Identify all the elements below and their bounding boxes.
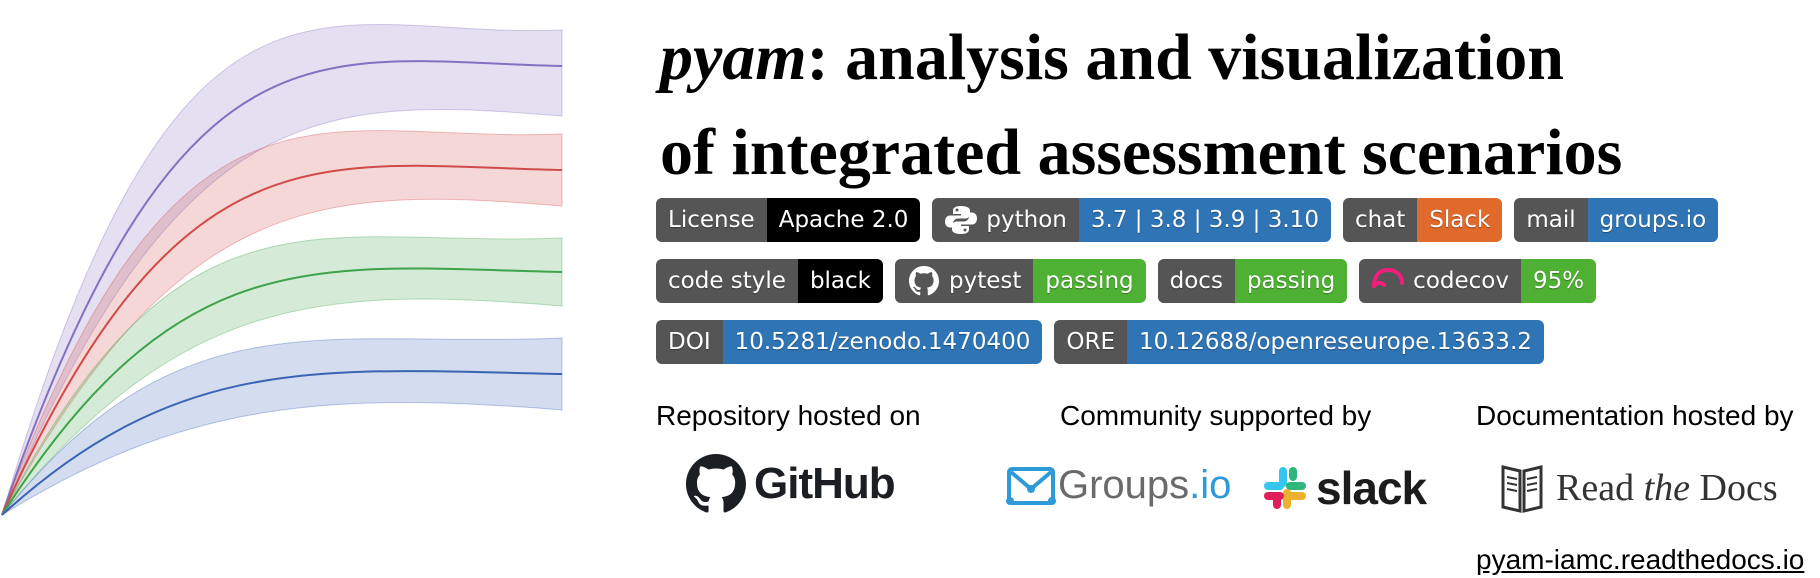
readthedocs-wordmark: Read the Docs [1556,467,1778,509]
title-line1: : analysis and visualization [806,21,1564,94]
title-package-name: pyam [660,21,807,94]
section-docs-label: Documentation hosted by [1476,400,1794,431]
badge-label: docs [1157,259,1235,303]
book-icon [1501,465,1543,513]
badge-value: 10.5281/zenodo.1470400 [722,320,1043,364]
section-repo-label: Repository hosted on [656,400,921,431]
badge-mail[interactable]: mail groups.io [1514,198,1719,242]
badge-label: pytest [895,259,1034,303]
slack-icon [1264,467,1306,509]
badge-row: License Apache 2.0 python 3.7 | 3.8 | 3.9 |… [656,198,1719,242]
codecov-icon [1372,267,1405,288]
badge-value: 3.7 | 3.8 | 3.9 | 3.10 [1078,198,1331,242]
badge-label: ORE [1054,320,1127,364]
badge-value: passing [1033,259,1146,303]
badge-row: code style black pytest passing docs passing c… [656,259,1718,303]
slack-logo[interactable]: slack [1262,461,1427,515]
badge-label: chat [1342,198,1418,242]
badge-label: mail [1514,198,1588,242]
slack-wordmark: slack [1316,462,1427,514]
badge-License[interactable]: License Apache 2.0 [656,198,921,242]
badge-value: passing [1234,259,1348,303]
groupsio-wordmark: Groups [1058,463,1190,507]
badge-chat[interactable]: chat Slack [1342,198,1503,242]
badge-python[interactable]: python 3.7 | 3.8 | 3.9 | 3.10 [932,198,1331,242]
badge-label: DOI [656,320,723,364]
badge-value: Apache 2.0 [766,198,921,242]
badge-label: python [932,198,1079,242]
badge-value: black [797,259,883,303]
badge-codecov[interactable]: codecov 95% [1359,259,1597,303]
badge-docs[interactable]: docs passing [1157,259,1348,303]
badge-panel: License Apache 2.0 python 3.7 | 3.8 | 3.9 |… [656,198,1719,381]
badge-value: 10.12688/openreseurope.13633.2 [1126,320,1544,364]
github-icon [686,454,746,513]
badge-label: code style [656,259,798,303]
github-logo[interactable]: GitHub [686,454,896,514]
groupsio-wordmark-suffix: .io [1189,463,1232,507]
badge-label: codecov [1359,259,1521,303]
readthedocs-logo[interactable]: Read the Docs [1500,463,1778,513]
page-title: pyam: analysis and visualization of inte… [660,10,1622,200]
badge-label: License [656,198,767,242]
badge-value: groups.io [1587,198,1719,242]
github-wordmark: GitHub [754,459,896,508]
docs-link[interactable]: pyam-iamc.readthedocs.io [1476,544,1804,576]
title-line2: of integrated assessment scenarios [660,116,1623,189]
badge-DOI[interactable]: DOI 10.5281/zenodo.1470400 [656,320,1043,364]
python-icon [945,206,978,234]
badge-value: Slack [1417,198,1503,242]
badge-ORE[interactable]: ORE 10.12688/openreseurope.13633.2 [1054,320,1544,364]
badge-value: 95% [1520,259,1597,303]
section-community-label: Community supported by [1060,400,1372,431]
groupsio-logo[interactable]: Groups .io [1006,463,1231,508]
github-icon [909,266,939,296]
fan-chart-illustration [1,23,563,516]
envelope-icon [1006,466,1056,505]
badge-code-style[interactable]: code style black [656,259,883,303]
badge-row: DOI 10.5281/zenodo.1470400 ORE 10.12688/ope… [656,320,1718,364]
badge-pytest[interactable]: pytest passing [895,259,1146,303]
